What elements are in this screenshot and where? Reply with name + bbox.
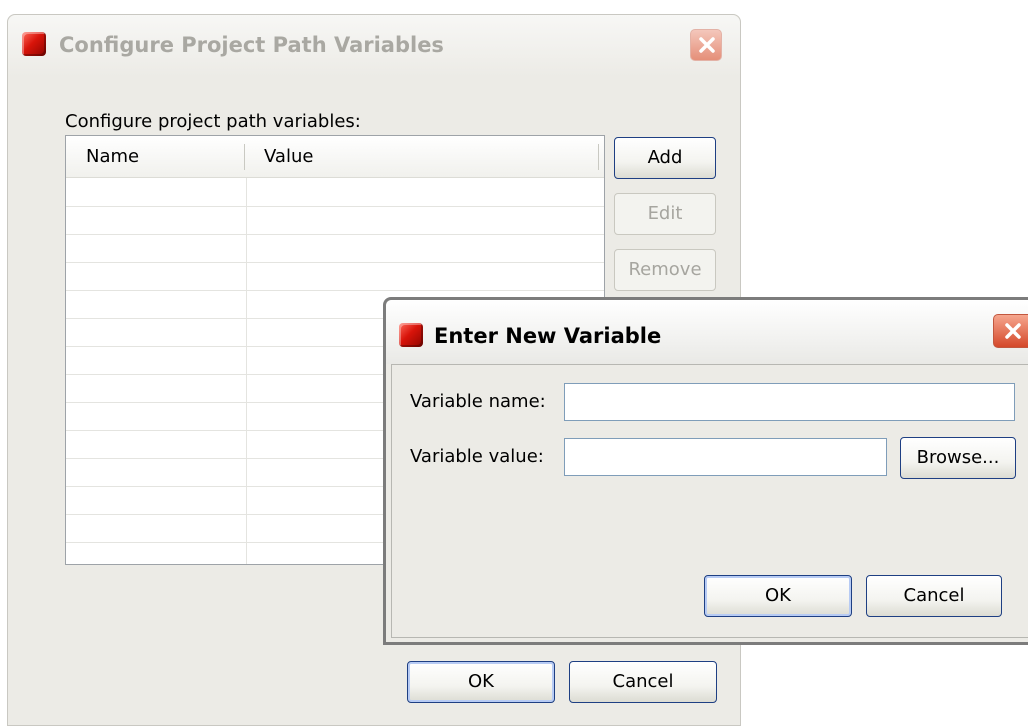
column-header-name[interactable]: Name [86,146,139,167]
close-icon [699,37,715,53]
remove-button[interactable]: Remove [614,249,716,291]
close-icon [1005,323,1021,339]
row-gridline [66,290,604,291]
dialog-title: Enter New Variable [434,324,662,348]
column-gridline [246,178,247,564]
edit-button-label: Edit [647,203,683,224]
close-button[interactable] [690,29,722,61]
edit-button[interactable]: Edit [614,193,716,235]
variable-value-input[interactable] [564,438,887,476]
ok-button[interactable]: OK [407,661,555,703]
variable-name-label: Variable name: [410,391,546,412]
ok-button[interactable]: OK [704,575,852,617]
cancel-button[interactable]: Cancel [569,661,717,703]
app-icon [399,323,423,347]
row-gridline [66,262,604,263]
cancel-button-label: Cancel [612,671,674,692]
app-icon [22,32,46,56]
configure-label: Configure project path variables: [65,111,361,132]
cancel-button[interactable]: Cancel [866,575,1002,617]
column-header-value[interactable]: Value [264,146,313,167]
cancel-button-label: Cancel [903,585,965,606]
dialog-title: Configure Project Path Variables [59,33,444,57]
variable-name-input[interactable] [564,383,1015,421]
row-gridline [66,206,604,207]
table-header: Name Value [66,136,604,178]
row-gridline [66,234,604,235]
browse-button[interactable]: Browse... [900,437,1016,479]
ok-button-label: OK [765,585,791,606]
remove-button-label: Remove [628,259,702,280]
variable-value-label: Variable value: [410,446,544,467]
add-button[interactable]: Add [614,137,716,179]
enter-new-variable-dialog: Enter New Variable Variable name: Variab… [383,297,1028,645]
dialog-titlebar[interactable]: Enter New Variable [386,300,1028,364]
ok-button-label: OK [468,671,494,692]
browse-button-label: Browse... [916,447,1000,468]
close-button[interactable] [993,314,1028,348]
add-button-label: Add [647,147,683,168]
column-divider [598,144,599,170]
dialog-titlebar[interactable]: Configure Project Path Variables [8,15,740,77]
column-divider[interactable] [244,144,245,170]
